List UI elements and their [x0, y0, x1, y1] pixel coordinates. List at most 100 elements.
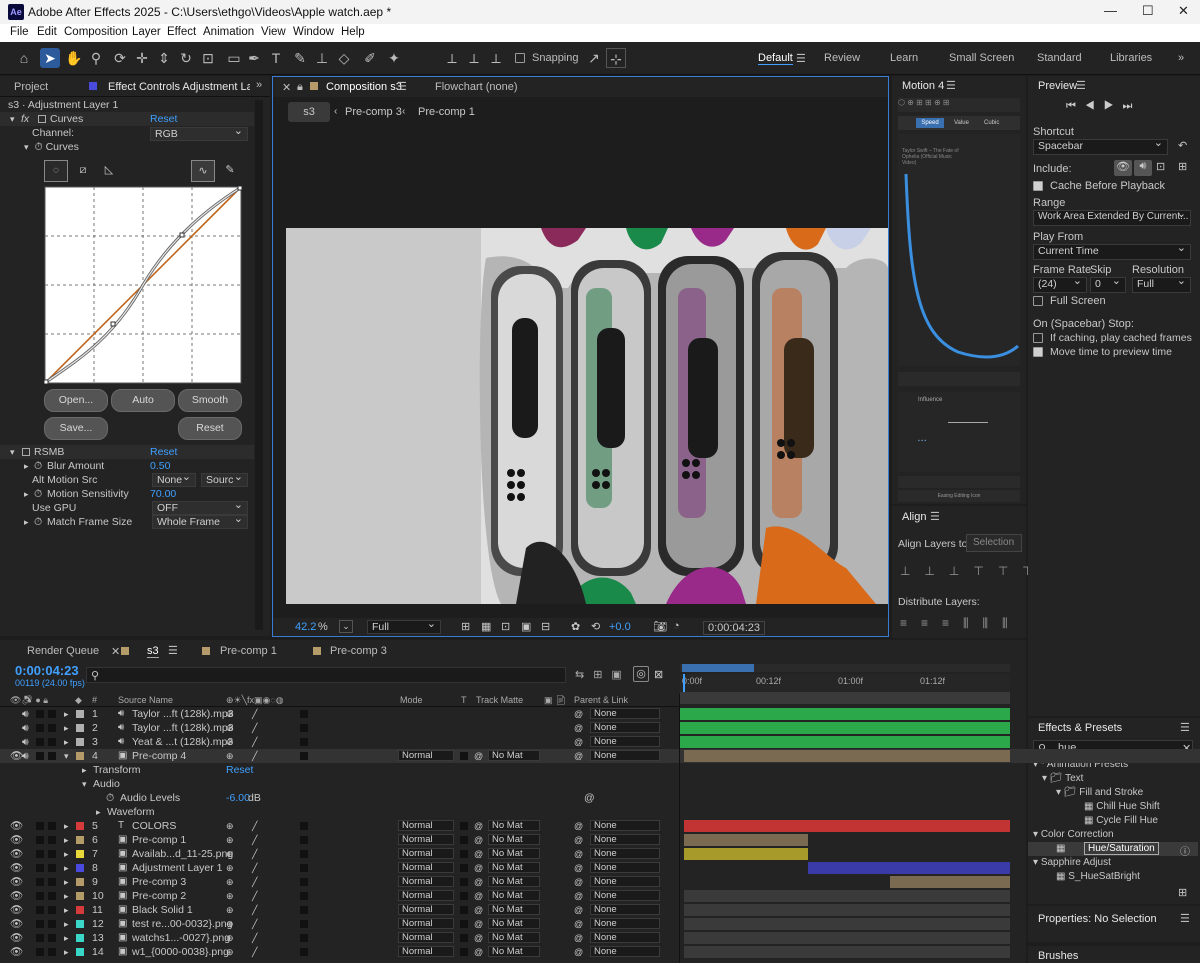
blend-mode-select[interactable]: Normal [398, 750, 454, 761]
layer-duration-bar[interactable] [680, 722, 1010, 734]
menu-edit[interactable]: Edit [37, 26, 57, 38]
preserve-transparency-toggle[interactable] [460, 920, 468, 928]
switch-box[interactable] [300, 710, 308, 718]
expand-icon[interactable]: ▸ [24, 515, 29, 529]
track-matte-select[interactable]: No Mat [488, 946, 540, 957]
solo-toggle[interactable] [36, 934, 44, 942]
motion-blur-icon[interactable]: ◎ [633, 666, 649, 682]
matte-pickwhip-icon[interactable]: @ [474, 875, 483, 889]
layer-name[interactable]: Adjustment Layer 1 [132, 861, 222, 875]
shortcut-select[interactable]: Spacebar [1033, 137, 1168, 155]
lock-toggle[interactable] [48, 822, 56, 830]
visibility-icon[interactable]: 👁︎ [10, 861, 23, 875]
shy-switch-icon[interactable]: ⊕ [226, 917, 234, 931]
switch-box[interactable] [300, 892, 308, 900]
breadcrumb-precomp3[interactable]: Pre-comp 3 [345, 106, 402, 118]
expand-icon[interactable]: ▸ [64, 735, 69, 749]
lock-toggle[interactable] [48, 934, 56, 942]
roto-brush-icon[interactable]: ✐ [360, 48, 380, 68]
timeline-layer-row[interactable]: 👁︎ ▸ 9 ▣ Pre-comp 3 ⊕ ╱ Normal @ No Mat @ None [0, 875, 1200, 889]
lock-toggle[interactable] [48, 836, 56, 844]
tab-composition[interactable]: Composition s3 [326, 81, 402, 93]
lock-icon[interactable]: 🔒︎ [297, 81, 303, 94]
rsmb-reset-link[interactable]: Reset [150, 445, 177, 459]
motion-tool-row[interactable]: ⬡ ⊕ ⊞ ⊞ ⊕ ⊞ [898, 98, 1020, 112]
include-video-icon[interactable]: 👁︎ [1114, 160, 1132, 176]
curves-graph[interactable] [44, 186, 242, 384]
channel-select[interactable]: RGB [150, 125, 248, 141]
eraser-tool-icon[interactable]: ◇ [334, 48, 354, 68]
resolution-select[interactable]: Full [367, 618, 441, 634]
menu-effect[interactable]: Effect [167, 26, 196, 38]
shy-switch-icon[interactable]: ⊕ [226, 889, 234, 903]
orbit-tool-icon[interactable]: ⟳ [110, 48, 130, 68]
composition-viewer[interactable] [286, 228, 888, 604]
shy-switch-icon[interactable]: ⊕ [226, 847, 234, 861]
audio-row[interactable]: ▾ Audio [0, 777, 1200, 791]
parent-pickwhip-icon[interactable]: @ [574, 847, 583, 861]
alt-motion-select[interactable]: None [152, 471, 196, 487]
layer-name[interactable]: Pre-comp 2 [132, 889, 186, 903]
shy-switch-icon[interactable]: ⊕ [226, 721, 234, 735]
workspace-learn[interactable]: Learn [890, 52, 918, 64]
curves-smooth-button[interactable]: Smooth [178, 389, 242, 412]
solo-toggle[interactable] [36, 948, 44, 956]
tab-s3[interactable]: s3 [147, 645, 159, 658]
audio-toggle-icon[interactable]: 🔊︎ [22, 735, 29, 749]
audio-levels-value[interactable]: -6.00 [226, 791, 250, 805]
matte-pickwhip-icon[interactable]: @ [474, 917, 483, 931]
distribute-icons-row[interactable]: ≡≡≡⫼⫼⫼ [900, 616, 1022, 631]
transform-row[interactable]: ▸ Transform Reset [0, 763, 1200, 777]
transparency-grid-icon[interactable]: ▦ [481, 620, 491, 633]
include-layer-icon[interactable]: ⊞ [1178, 160, 1187, 173]
menu-view[interactable]: View [261, 26, 286, 38]
expand-icon[interactable]: ▸ [64, 707, 69, 721]
header-mode[interactable]: Mode [400, 695, 423, 705]
expression-pickwhip-icon[interactable]: @ [584, 791, 595, 805]
axis-local-icon[interactable]: ⟂ [442, 48, 462, 68]
effect-scrollbar[interactable] [255, 100, 263, 630]
matte-pickwhip-icon[interactable]: @ [474, 847, 483, 861]
lock-toggle[interactable] [48, 878, 56, 886]
parent-pickwhip-icon[interactable]: @ [574, 749, 583, 763]
panel-menu-icon[interactable]: ☰ [946, 79, 956, 92]
curves-auto-button[interactable]: Auto [111, 389, 175, 412]
tab-precomp1[interactable]: Pre-comp 1 [220, 645, 277, 657]
expand-icon[interactable]: ▸ [64, 903, 69, 917]
hand-tool-icon[interactable]: ✋ [64, 48, 84, 68]
label-color-icon[interactable] [76, 836, 84, 844]
visibility-icon[interactable]: 👁︎ [10, 819, 23, 833]
tab-cubic[interactable]: Cubic [984, 116, 999, 130]
track-matte-select[interactable]: No Mat [488, 918, 540, 929]
parent-pickwhip-icon[interactable]: @ [574, 917, 583, 931]
layer-name[interactable]: COLORS [132, 819, 176, 833]
expand-icon[interactable]: ▾ [64, 749, 69, 763]
timeline-layer-row[interactable]: 👁︎ ▸ 5 T COLORS ⊕ ╱ Normal @ No Mat @ None [0, 819, 1200, 833]
curve-identity-icon[interactable]: ◺ [97, 160, 121, 182]
effect-checkbox[interactable] [38, 115, 46, 123]
track-matte-select[interactable]: No Mat [488, 848, 540, 859]
layer-name[interactable]: Availab...d_11-25.png [132, 847, 233, 861]
parent-select[interactable]: None [590, 904, 660, 915]
layer-duration-bar[interactable] [684, 820, 1010, 832]
timeline-layer-row[interactable]: 👁︎ 🔊︎ ▾ 4 ▣ Pre-comp 4 ⊕ ╱ Normal @ No Mat @ None [0, 749, 1200, 763]
quality-switch-icon[interactable]: ╱ [252, 721, 257, 735]
menu-animation[interactable]: Animation [203, 26, 254, 38]
label-color-icon[interactable] [76, 920, 84, 928]
expand-icon[interactable]: ▸ [64, 917, 69, 931]
tab-effect-controls[interactable]: Effect Controls Adjustment Layer [108, 81, 250, 93]
tab-menu-icon[interactable]: ☰ [397, 80, 407, 93]
visibility-icon[interactable]: 👁︎ [10, 847, 23, 861]
show-snapshot-icon[interactable]: ◔ [673, 620, 680, 632]
audio-toggle-icon[interactable]: 🔊︎ [22, 721, 29, 735]
include-audio-icon[interactable]: 🔊︎ [1134, 160, 1152, 176]
waveform-row[interactable]: ▸ Waveform [0, 805, 1200, 819]
switch-box[interactable] [300, 948, 308, 956]
solo-toggle[interactable] [36, 724, 44, 732]
header-parent[interactable]: Parent & Link [574, 695, 628, 705]
expand-icon[interactable]: ▸ [64, 721, 69, 735]
match-frame-select[interactable]: Whole Frame [152, 513, 248, 529]
matte-pickwhip-icon[interactable]: @ [474, 861, 483, 875]
switch-box[interactable] [300, 864, 308, 872]
motion-tabs[interactable]: Speed Value Cubic [898, 116, 1020, 130]
